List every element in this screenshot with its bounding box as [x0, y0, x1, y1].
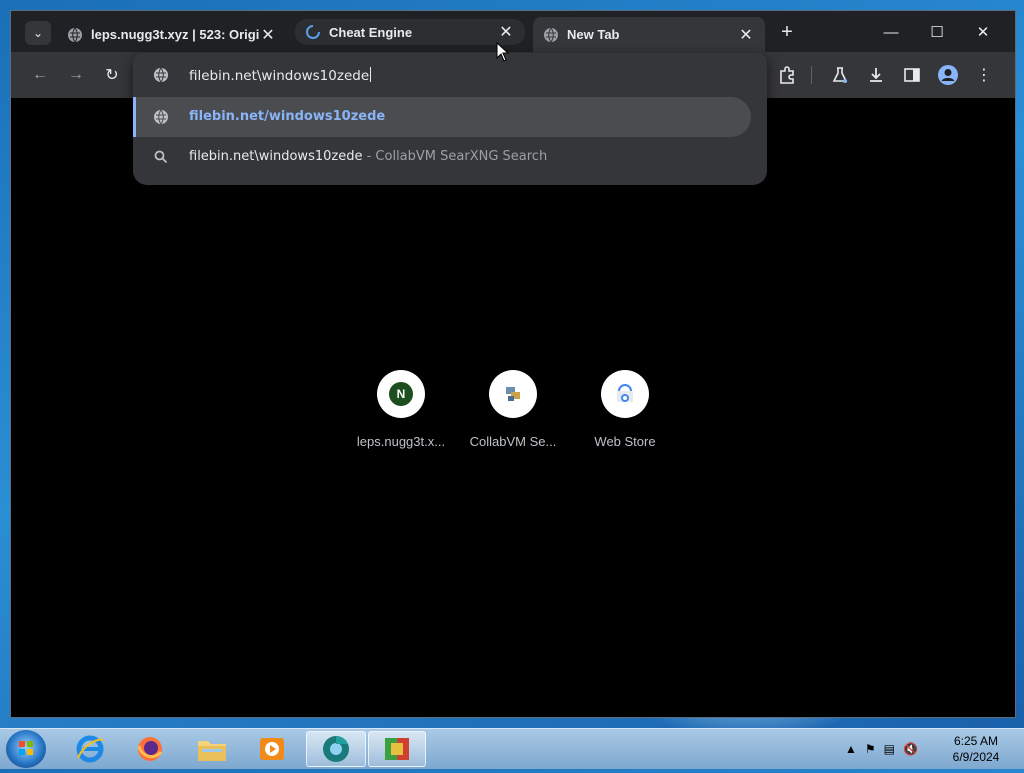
close-icon: ✕	[976, 24, 990, 41]
taskbar-chromium[interactable]	[306, 731, 366, 767]
chromium-icon	[323, 736, 349, 762]
taskbar-internet-explorer[interactable]	[62, 731, 118, 767]
globe-icon	[153, 109, 169, 125]
menu-button[interactable]: ⋮	[973, 64, 995, 86]
reload-button[interactable]: ↻	[101, 64, 123, 86]
globe-icon	[153, 67, 169, 83]
taskbar-media-player[interactable]	[244, 731, 300, 767]
download-icon	[870, 68, 882, 82]
tab-title: Cheat Engine	[329, 24, 413, 40]
internet-explorer-icon	[76, 735, 104, 763]
volume-muted-icon[interactable]: 🔇	[903, 742, 918, 756]
windows-logo-icon	[19, 741, 33, 755]
taskbar-file-explorer[interactable]	[184, 731, 240, 767]
tab-new-tab[interactable]: New Tab ✕	[533, 17, 765, 52]
chevron-down-icon: ⌄	[32, 26, 44, 40]
omnibox-popup: filebin.net\windows10zede filebin.net/wi…	[133, 53, 767, 185]
selection-indicator	[133, 97, 136, 137]
more-vert-icon: ⋮	[976, 67, 992, 84]
shortcut-icon	[489, 370, 537, 418]
tab-title: leps.nugg3t.xyz | 523: Origin is unreach…	[91, 27, 259, 42]
extensions-button[interactable]	[776, 64, 798, 86]
maximize-button[interactable]: ☐	[917, 19, 957, 45]
arrow-right-icon: →	[68, 66, 84, 83]
shortcut-leps-nugg3t[interactable]: N leps.nugg3t.x...	[345, 360, 457, 449]
search-icon	[153, 149, 169, 165]
close-icon[interactable]: ✕	[497, 23, 515, 41]
toolbar-divider	[811, 66, 812, 84]
suggestion-text: filebin.net/windows10zede	[189, 109, 386, 124]
taskbar-clock[interactable]: 6:25 AM 6/9/2024	[936, 733, 1016, 765]
suggestion-text: filebin.net\windows10zede - CollabVM Sea…	[189, 149, 547, 164]
browser-window: ⌄ leps.nugg3t.xyz | 523: Origin is unrea…	[10, 10, 1016, 718]
globe-icon	[67, 27, 83, 43]
address-bar[interactable]: filebin.net\windows10zede	[133, 53, 767, 97]
shortcut-collabvm[interactable]: CollabVM Se...	[457, 360, 569, 449]
web-store-icon	[617, 384, 633, 402]
action-center-flag-icon[interactable]: ⚑	[865, 742, 876, 756]
omnibox-suggestion-search[interactable]: filebin.net\windows10zede - CollabVM Sea…	[133, 137, 751, 177]
windows-taskbar: ▲ ⚑ ▤ 🔇 6:25 AM 6/9/2024	[0, 728, 1024, 769]
collabvm-icon	[506, 387, 520, 401]
minimize-button[interactable]: —	[871, 19, 911, 45]
arrow-left-icon: ←	[32, 66, 48, 83]
folder-icon	[198, 741, 226, 761]
chevron-up-icon[interactable]: ▲	[845, 742, 857, 756]
cheat-engine-icon	[385, 738, 409, 760]
shortcut-icon	[601, 370, 649, 418]
downloads-button[interactable]	[865, 64, 887, 86]
reload-icon: ↻	[105, 67, 119, 84]
suggestion-query: filebin.net\windows10zede	[189, 149, 363, 164]
clock-date: 6/9/2024	[952, 750, 1000, 764]
system-tray: ▲ ⚑ ▤ 🔇	[845, 739, 918, 759]
loading-spinner-icon	[305, 24, 321, 40]
clock-time: 6:25 AM	[953, 734, 999, 748]
shortcut-icon: N	[377, 370, 425, 418]
maximize-icon: ☐	[930, 24, 944, 41]
letter-n-icon: N	[389, 382, 413, 406]
new-tab-page: N leps.nugg3t.x... CollabVM Se... Web St…	[11, 98, 1015, 717]
suggestion-engine: - CollabVM SearXNG Search	[362, 149, 548, 164]
back-button[interactable]: ←	[29, 64, 51, 86]
close-icon[interactable]: ✕	[737, 26, 755, 44]
tab-title: New Tab	[567, 27, 620, 42]
firefox-icon	[137, 737, 163, 761]
plus-icon: +	[781, 21, 793, 43]
labs-button[interactable]	[829, 64, 851, 86]
address-input-value: filebin.net\windows10zede	[189, 68, 370, 84]
tab-leps-nugg3t[interactable]: leps.nugg3t.xyz | 523: Origin is unreach…	[57, 17, 287, 52]
network-icon[interactable]: ▤	[884, 742, 895, 756]
minimize-icon: —	[883, 23, 899, 41]
globe-icon	[543, 27, 559, 43]
taskbar-cheat-engine[interactable]	[368, 731, 426, 767]
flask-icon	[832, 67, 848, 83]
omnibox-suggestion-url[interactable]: filebin.net/windows10zede	[133, 97, 751, 137]
address-input-text[interactable]: filebin.net\windows10zede	[189, 67, 372, 84]
shortcut-web-store[interactable]: Web Store	[569, 360, 681, 449]
side-panel-icon	[904, 68, 920, 82]
text-caret	[370, 67, 372, 82]
tab-cheat-engine[interactable]: Cheat Engine ✕	[295, 19, 525, 45]
shortcut-label: Web Store	[594, 434, 656, 449]
profile-button[interactable]	[937, 64, 959, 86]
taskbar-firefox[interactable]	[122, 731, 178, 767]
close-window-button[interactable]: ✕	[963, 19, 1003, 45]
avatar-icon	[938, 65, 958, 85]
puzzle-icon	[780, 66, 794, 84]
shortcut-label: CollabVM Se...	[469, 434, 557, 449]
media-player-icon	[260, 738, 284, 760]
side-panel-button[interactable]	[901, 64, 923, 86]
shortcut-label: leps.nugg3t.x...	[356, 434, 446, 449]
close-icon[interactable]: ✕	[259, 26, 277, 44]
tab-search-button[interactable]: ⌄	[25, 21, 51, 45]
start-button[interactable]	[6, 730, 46, 768]
tab-strip: ⌄ leps.nugg3t.xyz | 523: Origin is unrea…	[11, 11, 1015, 52]
forward-button[interactable]: →	[65, 64, 87, 86]
new-tab-button[interactable]: +	[777, 22, 797, 42]
